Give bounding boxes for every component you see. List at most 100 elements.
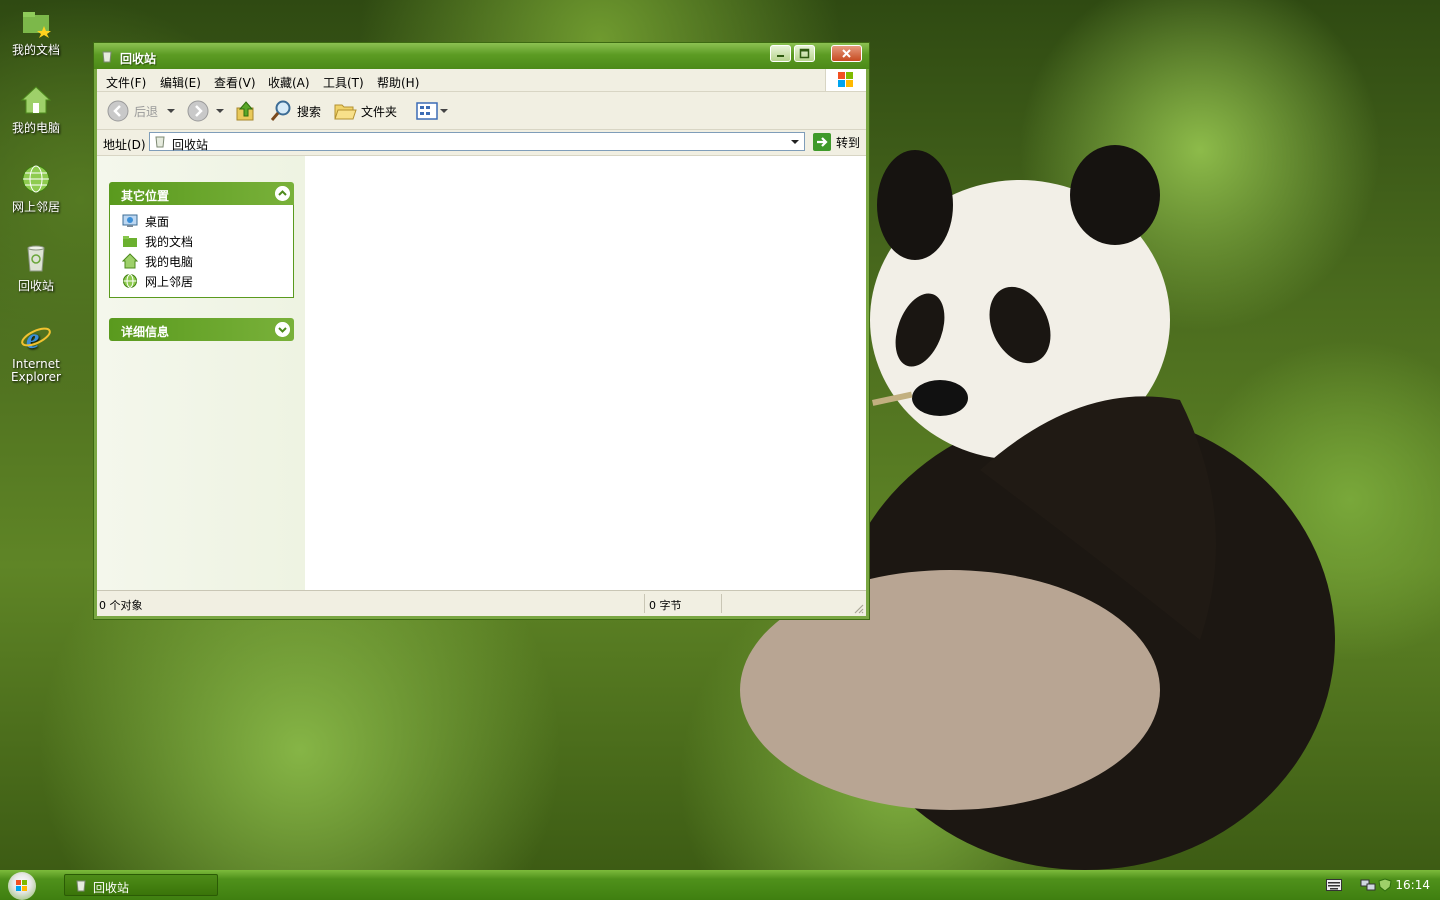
back-label: 后退: [134, 104, 159, 119]
my-computer-icon: [20, 86, 52, 114]
go-arrow-icon: [813, 133, 831, 151]
window-client-area: 文件(F) 编辑(E) 查看(V) 收藏(A) 工具(T) 帮助(H) 后退 搜…: [97, 69, 866, 616]
link-desktop[interactable]: 桌面: [110, 211, 293, 231]
menu-help[interactable]: 帮助(H): [377, 74, 419, 91]
link-label: 网上邻居: [145, 274, 194, 289]
search-label: 搜索: [297, 104, 322, 119]
other-places-body: 桌面 我的文档 我的电脑 网上邻居: [109, 205, 294, 298]
menu-tools[interactable]: 工具(T): [323, 74, 364, 91]
other-places-header[interactable]: 其它位置: [109, 182, 294, 205]
search-button[interactable]: 搜索: [269, 99, 321, 123]
resize-grip-icon[interactable]: [852, 602, 864, 614]
address-field[interactable]: 回收站: [149, 132, 805, 152]
menu-view[interactable]: 查看(V): [214, 74, 256, 91]
taskbar: 回收站 16:14: [0, 870, 1440, 900]
desktop-icon-label: Explorer: [11, 370, 61, 384]
desktop-icon-label: 我的文档: [11, 43, 60, 57]
link-label: 我的电脑: [145, 254, 194, 269]
file-list-area[interactable]: [305, 156, 866, 591]
address-bar: 地址(D) 回收站 转到: [97, 130, 866, 156]
security-tray-icon[interactable]: [1378, 878, 1392, 892]
taskbar-button-label: 回收站: [93, 881, 130, 895]
status-bar: 0 个对象 0 字节: [97, 590, 866, 616]
my-computer-icon: [122, 253, 138, 269]
menu-edit[interactable]: 编辑(E): [160, 74, 201, 91]
back-button[interactable]: 后退: [107, 99, 178, 123]
system-tray: 16:14: [1320, 870, 1440, 900]
task-pane: 其它位置 桌面 我的文档 我的电脑 网上邻居 详细信息: [97, 156, 305, 591]
minimize-icon: [777, 55, 784, 57]
menu-favorites[interactable]: 收藏(A): [268, 74, 310, 91]
up-folder-button[interactable]: [235, 99, 257, 123]
address-value: 回收站: [172, 138, 209, 152]
chevron-up-icon[interactable]: [275, 186, 290, 201]
panel-title: 其它位置: [121, 189, 170, 203]
clock[interactable]: 16:14: [1395, 878, 1430, 892]
standard-toolbar: 后退 搜索 文件夹: [97, 92, 866, 130]
close-icon: [842, 49, 851, 58]
network-tray-icon[interactable]: [1360, 878, 1376, 892]
views-button[interactable]: [415, 99, 449, 123]
desktop-icon-label: 网上邻居: [11, 200, 60, 214]
chevron-down-icon[interactable]: [164, 106, 178, 116]
back-arrow-icon: [107, 100, 129, 122]
maximize-icon: [799, 48, 810, 59]
recycle-bin-icon: [155, 136, 165, 148]
start-button[interactable]: [8, 872, 36, 900]
menu-file[interactable]: 文件(F): [106, 74, 146, 91]
folders-icon: [334, 104, 357, 120]
network-places-icon: [123, 274, 137, 288]
recycle-bin-icon: [27, 245, 45, 272]
menu-bar: 文件(F) 编辑(E) 查看(V) 收藏(A) 工具(T) 帮助(H): [97, 69, 866, 92]
link-my-computer[interactable]: 我的电脑: [110, 251, 293, 271]
desktop-icon-my-documents[interactable]: 我的文档: [4, 6, 68, 57]
status-size: 0 字节: [649, 599, 682, 612]
chevron-down-icon[interactable]: [439, 106, 449, 116]
status-object-count: 0 个对象: [99, 599, 143, 612]
desktop-icon-my-computer[interactable]: 我的电脑: [4, 84, 68, 135]
minimize-button[interactable]: [770, 45, 791, 62]
desktop-icon-label: 回收站: [17, 279, 54, 293]
chevron-down-icon[interactable]: [788, 134, 802, 149]
panel-title: 详细信息: [121, 325, 170, 339]
recycle-bin-window: 回收站 文件(F) 编辑(E) 查看(V) 收藏(A) 工具(T) 帮助(H) …: [93, 42, 870, 620]
details-header[interactable]: 详细信息: [109, 318, 294, 341]
views-icon: [416, 102, 438, 120]
folders-label: 文件夹: [361, 104, 398, 119]
up-folder-icon: [236, 101, 254, 121]
desktop-icon-network-places[interactable]: 网上邻居: [4, 163, 68, 214]
desktop-icon-label: 我的电脑: [11, 121, 60, 135]
desktop-icon-internet-explorer[interactable]: e Internet Explorer: [4, 320, 68, 384]
windows-logo-icon: [16, 880, 27, 891]
title-bar[interactable]: 回收站: [94, 43, 869, 69]
details-panel: 详细信息: [109, 318, 294, 341]
chevron-down-icon[interactable]: [213, 106, 227, 116]
windows-logo-icon: [825, 69, 866, 91]
window-title: 回收站: [120, 52, 157, 66]
link-network-places[interactable]: 网上邻居: [110, 271, 293, 291]
address-label: 地址(D): [103, 138, 146, 152]
my-documents-icon: [23, 12, 51, 38]
desktop-icon: [122, 214, 138, 227]
forward-arrow-icon: [187, 100, 209, 122]
svg-text:e: e: [26, 322, 39, 352]
link-my-documents[interactable]: 我的文档: [110, 231, 293, 251]
link-label: 我的文档: [145, 234, 194, 249]
maximize-button[interactable]: [794, 45, 815, 62]
taskbar-button-recycle-bin[interactable]: 回收站: [64, 874, 218, 896]
link-label: 桌面: [145, 214, 170, 229]
search-icon: [270, 100, 291, 121]
chevron-down-icon[interactable]: [275, 322, 290, 337]
internet-explorer-icon: e: [21, 322, 51, 355]
other-places-panel: 其它位置 桌面 我的文档 我的电脑 网上邻居: [109, 182, 294, 298]
desktop-icon-recycle-bin[interactable]: 回收站: [4, 242, 68, 293]
my-documents-icon: [123, 236, 137, 247]
folders-button[interactable]: 文件夹: [333, 99, 397, 123]
go-label: 转到: [836, 135, 861, 150]
network-places-icon: [22, 165, 50, 193]
forward-button[interactable]: [187, 99, 227, 123]
go-button[interactable]: 转到: [813, 132, 860, 152]
keyboard-icon[interactable]: [1326, 879, 1342, 891]
close-button[interactable]: [831, 45, 862, 62]
recycle-bin-icon: [76, 880, 86, 892]
